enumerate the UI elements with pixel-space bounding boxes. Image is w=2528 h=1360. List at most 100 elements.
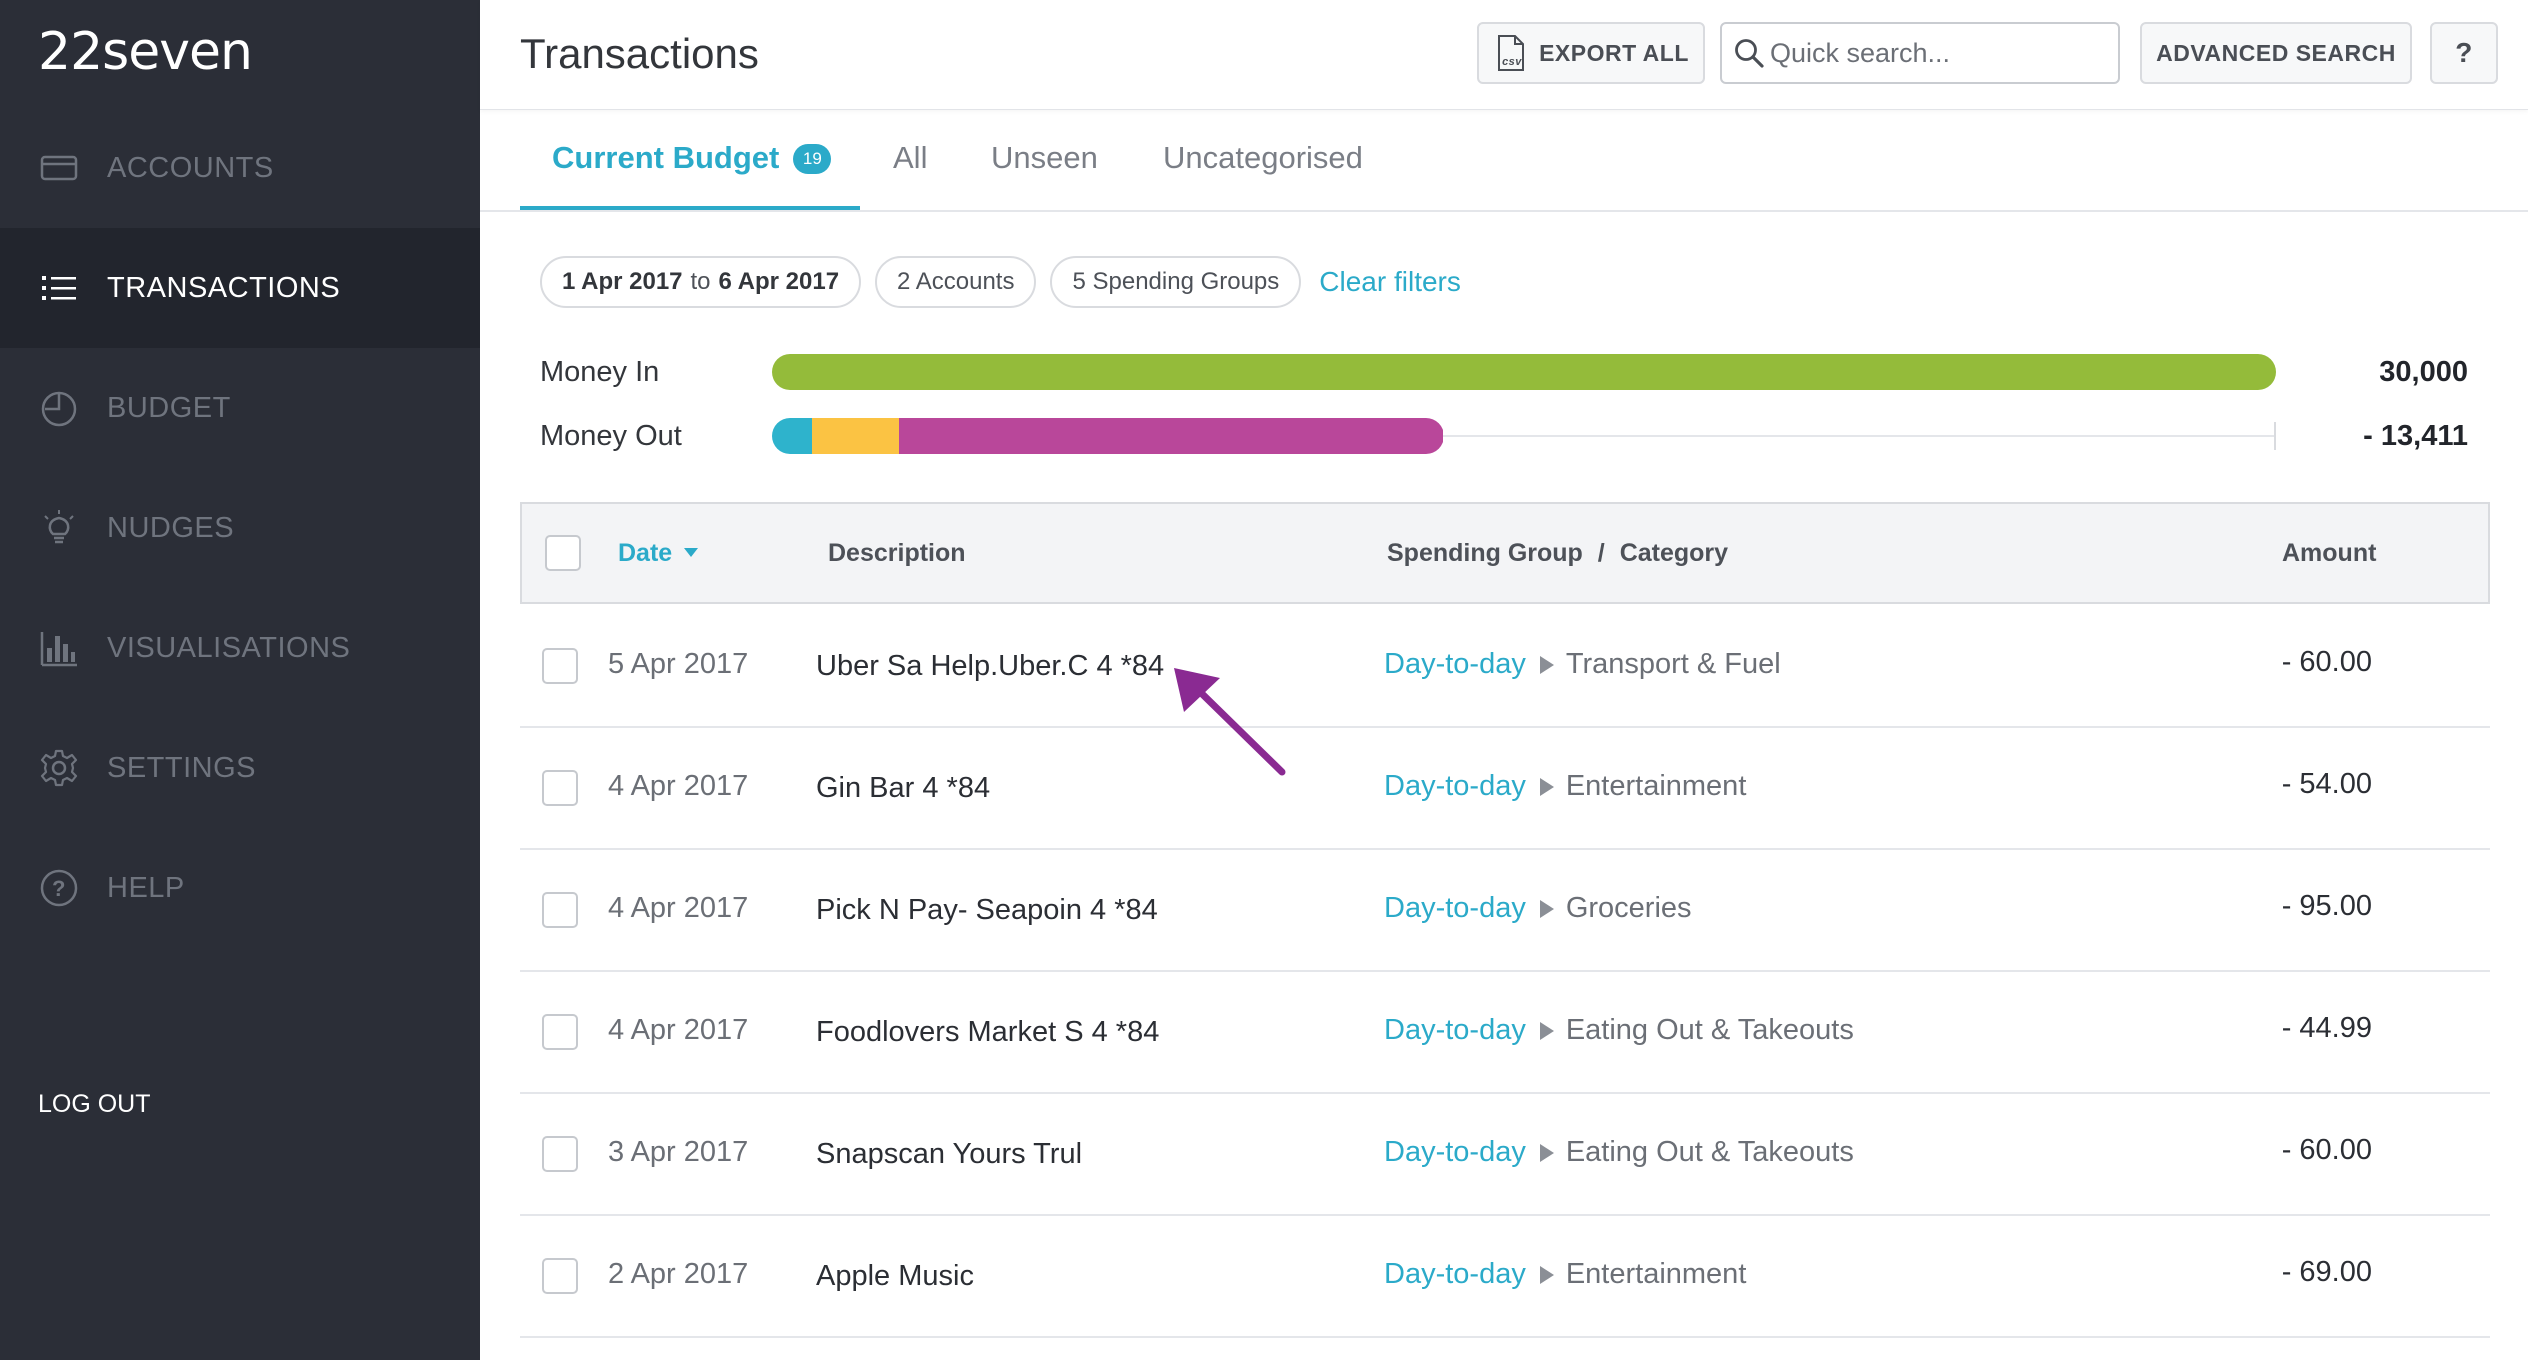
question-circle-icon: ? — [37, 866, 81, 910]
row-description[interactable]: Pick N Pay- Seapoin 4 *84 — [816, 894, 1158, 927]
row-date: 4 Apr 2017 — [608, 892, 749, 924]
row-category-name[interactable]: Groceries — [1566, 892, 1692, 924]
date-from: 1 Apr 2017 — [562, 268, 683, 295]
tab-uncategorised[interactable]: Uncategorised — [1163, 140, 1363, 176]
sidebar-item-label: TRANSACTIONS — [107, 271, 341, 304]
logout-link[interactable]: LOG OUT — [38, 1090, 151, 1119]
row-amount: - 60.00 — [2281, 1134, 2372, 1166]
row-group-link[interactable]: Day-to-day — [1384, 770, 1526, 802]
sidebar-item-settings[interactable]: SETTINGS — [0, 708, 480, 828]
row-category-name[interactable]: Transport & Fuel — [1566, 648, 1781, 680]
row-checkbox[interactable] — [542, 892, 578, 928]
sidebar-item-budget[interactable]: BUDGET — [0, 348, 480, 468]
row-category-name[interactable]: Entertainment — [1566, 770, 1747, 802]
group-header-label: Spending Group — [1387, 539, 1583, 567]
row-date: 5 Apr 2017 — [608, 648, 749, 680]
triangle-right-icon — [1539, 1022, 1554, 1040]
money-out-track-end — [2274, 422, 2276, 450]
row-date: 2 Apr 2017 — [608, 1258, 749, 1290]
row-category: Day-to-day Transport & Fuel — [1384, 648, 1781, 681]
export-all-label: EXPORT ALL — [1539, 39, 1689, 66]
accounts-filter[interactable]: 2 Accounts — [875, 256, 1037, 308]
category-header: Spending Group / Category — [1387, 539, 1728, 568]
count-badge: 19 — [793, 144, 832, 174]
sidebar-item-visualisations[interactable]: VISUALISATIONS — [0, 588, 480, 708]
row-category-name[interactable]: Entertainment — [1566, 1258, 1747, 1290]
row-checkbox[interactable] — [542, 1014, 578, 1050]
row-category-name[interactable]: Eating Out & Takeouts — [1566, 1136, 1854, 1168]
row-amount: - 95.00 — [2281, 890, 2372, 922]
tab-unseen[interactable]: Unseen — [991, 140, 1098, 176]
annotation-arrow-icon — [1174, 668, 1286, 776]
advanced-search-button[interactable]: ADVANCED SEARCH — [2140, 22, 2412, 84]
date-range-filter[interactable]: 1 Apr 2017 to 6 Apr 2017 — [540, 256, 862, 308]
row-checkbox[interactable] — [542, 648, 578, 684]
row-group-link[interactable]: Day-to-day — [1384, 1258, 1526, 1290]
sidebar-item-help[interactable]: ? HELP — [0, 828, 480, 948]
date-sort-header[interactable]: Date — [618, 539, 699, 568]
clear-filters-link[interactable]: Clear filters — [1319, 266, 1461, 298]
bar-chart-icon — [37, 626, 81, 670]
date-header-label: Date — [618, 539, 673, 567]
tab-all[interactable]: All — [893, 140, 927, 176]
lightbulb-icon — [37, 506, 81, 550]
row-checkbox[interactable] — [542, 1258, 578, 1294]
row-checkbox[interactable] — [542, 1136, 578, 1172]
row-description[interactable]: Uber Sa Help.Uber.C 4 *84 — [816, 650, 1164, 683]
gear-icon — [37, 746, 81, 790]
filter-bar: 1 Apr 2017 to 6 Apr 2017 2 Accounts 5 Sp… — [540, 256, 1461, 308]
row-group-link[interactable]: Day-to-day — [1384, 1136, 1526, 1168]
money-in-fill — [772, 354, 2276, 390]
export-all-button[interactable]: csv EXPORT ALL — [1477, 22, 1705, 84]
triangle-right-icon — [1539, 778, 1554, 796]
table-row[interactable]: 2 Apr 2017 Apple Music Day-to-day Enterta… — [520, 1216, 2490, 1338]
app-logo[interactable]: 22seven — [38, 22, 253, 82]
table-row[interactable]: 4 Apr 2017 Foodlovers Market S 4 *84 Day… — [520, 972, 2490, 1094]
amount-header: Amount — [2282, 539, 2377, 567]
date-to: 6 Apr 2017 — [718, 268, 840, 295]
money-in-label: Money In — [540, 356, 660, 388]
row-description[interactable]: Foodlovers Market S 4 *84 — [816, 1016, 1159, 1049]
row-amount: - 60.00 — [2281, 646, 2372, 678]
row-category: Day-to-day Groceries — [1384, 892, 1692, 925]
search-input[interactable] — [1770, 37, 2110, 69]
search-icon — [1735, 39, 1764, 68]
sidebar-item-label: VISUALISATIONS — [107, 631, 351, 664]
table-row[interactable]: 5 Apr 2017 Uber Sa Help.Uber.C 4 *84 Day… — [520, 606, 2490, 728]
row-checkbox[interactable] — [542, 770, 578, 806]
description-header: Description — [828, 539, 966, 567]
row-group-link[interactable]: Day-to-day — [1384, 648, 1526, 680]
row-description[interactable]: Snapscan Yours Trul — [816, 1138, 1082, 1171]
sidebar-item-transactions[interactable]: TRANSACTIONS — [0, 228, 480, 348]
row-amount: - 44.99 — [2281, 1012, 2372, 1044]
money-out-segment — [812, 418, 899, 454]
quick-search[interactable] — [1720, 22, 2120, 84]
sidebar-item-label: NUDGES — [107, 511, 235, 544]
category-header-label: Category — [1619, 539, 1729, 567]
tab-current-budget[interactable]: Current Budget 19 — [552, 140, 832, 176]
table-row[interactable]: 4 Apr 2017 Pick N Pay- Seapoin 4 *84 Day… — [520, 850, 2490, 972]
page-title: Transactions — [520, 30, 759, 77]
pie-chart-icon — [37, 386, 81, 430]
row-description[interactable]: Apple Music — [816, 1260, 974, 1293]
table-row[interactable]: 3 Apr 2017 Snapscan Yours Trul Day-to-da… — [520, 1094, 2490, 1216]
row-category-name[interactable]: Eating Out & Takeouts — [1566, 1014, 1854, 1046]
caret-down-icon — [684, 548, 699, 557]
row-date: 4 Apr 2017 — [608, 1014, 749, 1046]
sidebar-item-label: SETTINGS — [107, 751, 257, 784]
row-category: Day-to-day Eating Out & Takeouts — [1384, 1014, 1854, 1047]
help-button[interactable]: ? — [2430, 22, 2498, 84]
select-all-checkbox[interactable] — [545, 535, 581, 571]
table-header: Date Description Spending Group / Catego… — [520, 502, 2490, 604]
money-out-value: - 13,411 — [2363, 420, 2468, 452]
sidebar-item-accounts[interactable]: ACCOUNTS — [0, 108, 480, 228]
spending-groups-filter[interactable]: 5 Spending Groups — [1050, 256, 1302, 308]
row-group-link[interactable]: Day-to-day — [1384, 892, 1526, 924]
row-description[interactable]: Gin Bar 4 *84 — [816, 772, 990, 805]
sidebar-item-nudges[interactable]: NUDGES — [0, 468, 480, 588]
list-icon — [37, 266, 81, 310]
table-row[interactable]: 4 Apr 2017 Gin Bar 4 *84 Day-to-day Enter… — [520, 728, 2490, 850]
row-group-link[interactable]: Day-to-day — [1384, 1014, 1526, 1046]
row-category: Day-to-day Eating Out & Takeouts — [1384, 1136, 1854, 1169]
svg-text:csv: csv — [1502, 56, 1522, 68]
